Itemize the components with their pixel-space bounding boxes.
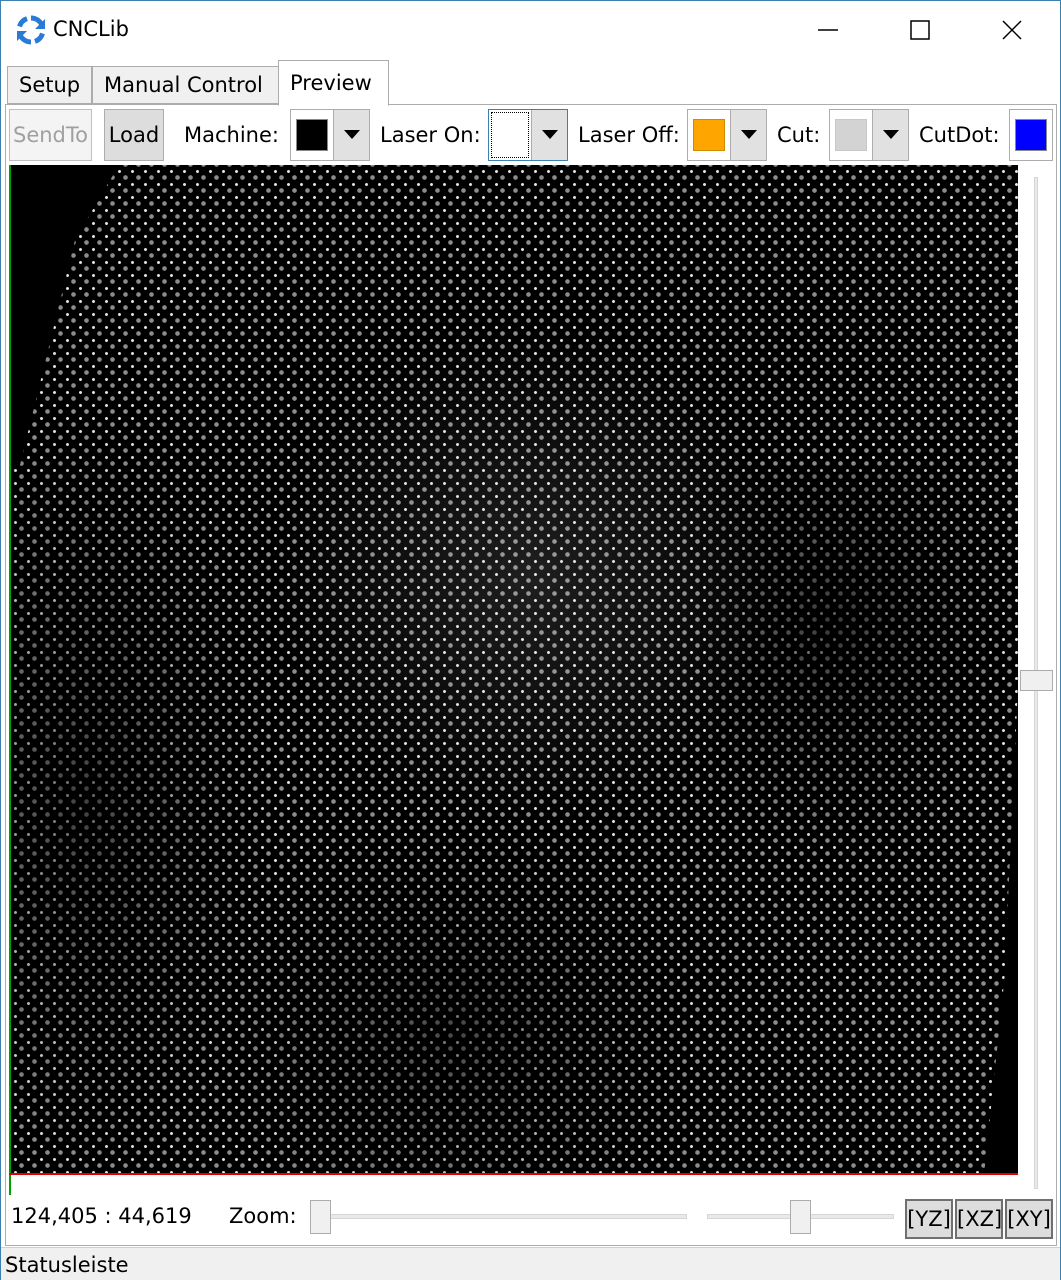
preview-highlight-center	[269, 315, 789, 835]
tab-manual-control[interactable]: Manual Control	[92, 66, 279, 104]
chevron-down-icon	[882, 130, 899, 139]
status-bar: Statusleiste	[1, 1247, 1060, 1280]
cut-color-display	[830, 110, 872, 160]
laser-on-color-display	[489, 110, 531, 160]
laser-on-color-picker[interactable]	[488, 109, 568, 161]
preview-dark-corner	[9, 165, 119, 465]
zoom-label: Zoom:	[229, 1204, 297, 1228]
gcode-preview-canvas[interactable]	[9, 165, 1018, 1175]
maximize-icon	[910, 20, 930, 40]
close-button[interactable]	[966, 1, 1058, 59]
minimize-button[interactable]	[782, 1, 874, 59]
minimize-icon	[818, 29, 838, 31]
y-axis-line	[9, 165, 11, 1195]
machine-color-dropdown[interactable]	[333, 110, 369, 160]
cut-color-swatch	[835, 119, 867, 151]
vertical-rotation-slider-thumb[interactable]	[1020, 670, 1053, 691]
tab-strip: Setup Manual Control Preview	[1, 59, 1060, 106]
machine-color-label: Machine:	[184, 123, 279, 147]
laser-off-color-label: Laser Off:	[578, 123, 680, 147]
close-icon	[1002, 20, 1022, 40]
laser-on-color-label: Laser On:	[380, 123, 481, 147]
view-yz-button[interactable]: [YZ]	[905, 1199, 953, 1239]
tab-setup[interactable]: Setup	[7, 66, 92, 104]
zoom-slider-thumb[interactable]	[310, 1200, 331, 1234]
horizontal-rotation-slider-thumb[interactable]	[790, 1200, 811, 1234]
chevron-down-icon	[343, 130, 360, 139]
laser-off-color-dropdown[interactable]	[730, 110, 766, 160]
view-xz-button[interactable]: [XZ]	[955, 1199, 1003, 1239]
cut-color-dropdown[interactable]	[872, 110, 908, 160]
view-xy-button[interactable]: [XY]	[1005, 1199, 1053, 1239]
cut-color-picker[interactable]	[829, 109, 909, 161]
chevron-down-icon	[541, 130, 558, 139]
title-bar: CNCLib	[1, 1, 1060, 59]
sendto-button[interactable]: SendTo	[9, 109, 92, 161]
app-window: CNCLib Setup Manual Control Preview Send…	[0, 0, 1061, 1280]
maximize-button[interactable]	[874, 1, 966, 59]
zoom-slider-track[interactable]	[311, 1214, 687, 1219]
window-title: CNCLib	[53, 17, 129, 41]
load-button[interactable]: Load	[104, 109, 164, 161]
cutdot-color-label: CutDot:	[919, 123, 1000, 147]
cut-color-label: Cut:	[777, 123, 821, 147]
machine-color-display	[291, 110, 333, 160]
laser-on-color-swatch	[494, 119, 526, 151]
status-text: Statusleiste	[5, 1253, 129, 1277]
cutdot-color-swatch	[1015, 119, 1047, 151]
tab-preview[interactable]: Preview	[278, 60, 389, 106]
preview-shadow-bottom	[209, 815, 709, 1175]
cursor-coordinates: 124,405 : 44,619	[11, 1204, 192, 1228]
laser-off-color-picker[interactable]	[687, 109, 767, 161]
machine-color-swatch	[296, 119, 328, 151]
machine-color-picker[interactable]	[290, 109, 370, 161]
refresh-arrows-icon	[17, 15, 45, 45]
chevron-down-icon	[740, 130, 757, 139]
preview-dark-edge-right	[984, 685, 1018, 1175]
laser-off-color-swatch	[693, 119, 725, 151]
laser-off-color-display	[688, 110, 730, 160]
preview-shadow-left	[9, 415, 269, 1175]
preview-toolbar: SendTo Load Machine: Laser On: Laser Off…	[1, 105, 1060, 165]
cutdot-color-picker[interactable]	[1009, 109, 1053, 161]
x-axis-line	[9, 1173, 1018, 1175]
preview-shadow-right	[709, 465, 1018, 865]
laser-on-color-dropdown[interactable]	[531, 110, 567, 160]
